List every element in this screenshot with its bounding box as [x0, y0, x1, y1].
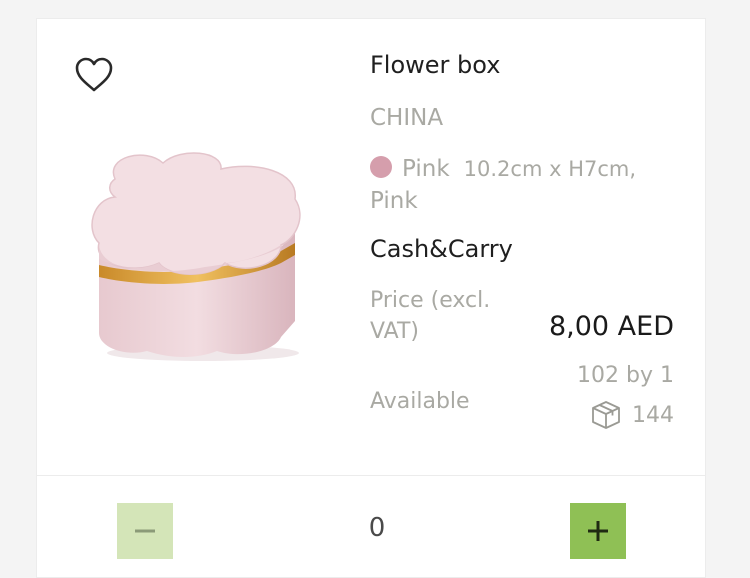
card-divider	[37, 475, 705, 476]
price-value: 8,00 AED	[548, 311, 674, 342]
availability-label: Available	[370, 389, 470, 414]
minus-icon	[135, 529, 155, 533]
product-card: Flower box CHINA Pink 10.2cm x H7cm, Pink…	[36, 18, 706, 578]
product-origin-country: CHINA	[370, 105, 444, 131]
product-size-description: 10.2cm x H7cm,	[463, 157, 637, 181]
increase-quantity-button[interactable]	[570, 503, 626, 559]
pack-count-value: 144	[632, 402, 674, 428]
product-color-description: Pink	[370, 188, 418, 214]
quantity-value[interactable]: 0	[327, 513, 427, 543]
product-image	[85, 147, 317, 367]
color-swatch	[370, 156, 392, 178]
heart-icon	[75, 57, 113, 92]
decrease-quantity-button[interactable]	[117, 503, 173, 559]
box-icon	[592, 401, 620, 429]
price-label: Price (excl. VAT)	[370, 288, 491, 344]
favorite-heart-icon[interactable]	[73, 55, 115, 95]
stock-quantity: 102 by 1	[577, 363, 674, 388]
pack-count: 144	[590, 399, 674, 431]
color-name: Pink	[402, 156, 450, 182]
plus-icon	[588, 521, 608, 541]
sales-channel: Cash&Carry	[370, 235, 513, 263]
product-name[interactable]: Flower box	[370, 51, 500, 79]
product-variant: Pink 10.2cm x H7cm, Pink	[370, 153, 670, 217]
